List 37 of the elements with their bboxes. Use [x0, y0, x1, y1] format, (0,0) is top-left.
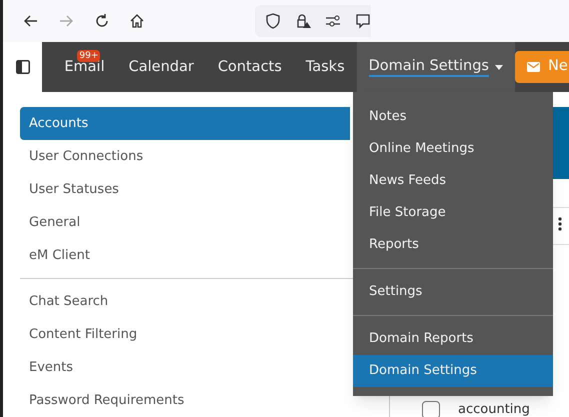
nav-tab[interactable]: Contacts — [206, 42, 294, 92]
sidebar-item[interactable]: Accounts — [20, 107, 350, 140]
nav-tab[interactable]: Domain Settings — [356, 42, 515, 92]
address-bar[interactable] — [255, 5, 371, 37]
menu-item[interactable]: Settings — [353, 276, 553, 308]
sidebar-item[interactable]: Password Requirements — [20, 384, 350, 417]
sidebar-item[interactable]: Chat Search — [20, 285, 350, 318]
sidebar-item[interactable]: User Connections — [20, 140, 350, 173]
sidebar-item[interactable]: Content Filtering — [20, 318, 350, 351]
nav-tab[interactable]: Email 99+ — [52, 42, 117, 92]
nav-tab[interactable]: Tasks — [294, 42, 357, 92]
menu-item[interactable]: Notes — [353, 101, 553, 133]
sliders-icon[interactable] — [325, 13, 341, 29]
menu-item[interactable]: Online Meetings — [353, 133, 553, 165]
comment-icon[interactable] — [355, 13, 371, 29]
menu-item[interactable]: Reports — [353, 229, 553, 261]
back-icon[interactable] — [23, 13, 39, 29]
sidebar-toggle-icon[interactable] — [16, 60, 30, 74]
menu-item[interactable]: Domain Reports — [353, 323, 553, 355]
envelope-icon — [527, 62, 540, 72]
sidebar-item[interactable]: eM Client — [20, 239, 350, 272]
row-label: accounting — [458, 401, 530, 417]
home-icon[interactable] — [129, 13, 145, 29]
sidebar-item[interactable]: Events — [20, 351, 350, 384]
checkbox[interactable] — [422, 400, 440, 417]
menu-item[interactable]: File Storage — [353, 197, 553, 229]
sidebar-item[interactable]: General — [20, 206, 350, 239]
shield-icon[interactable] — [265, 13, 281, 29]
more-icon[interactable] — [558, 217, 562, 231]
menu-item[interactable]: News Feeds — [353, 165, 553, 197]
caret-icon — [495, 64, 503, 70]
menu-item[interactable]: Domain Settings — [353, 355, 553, 387]
reload-icon[interactable] — [94, 13, 110, 29]
lock-warning-icon[interactable] — [295, 13, 311, 29]
sidebar-item[interactable]: User Statuses — [20, 173, 350, 206]
unread-badge: 99+ — [77, 50, 100, 62]
nav-tab[interactable]: Calendar — [116, 42, 206, 92]
